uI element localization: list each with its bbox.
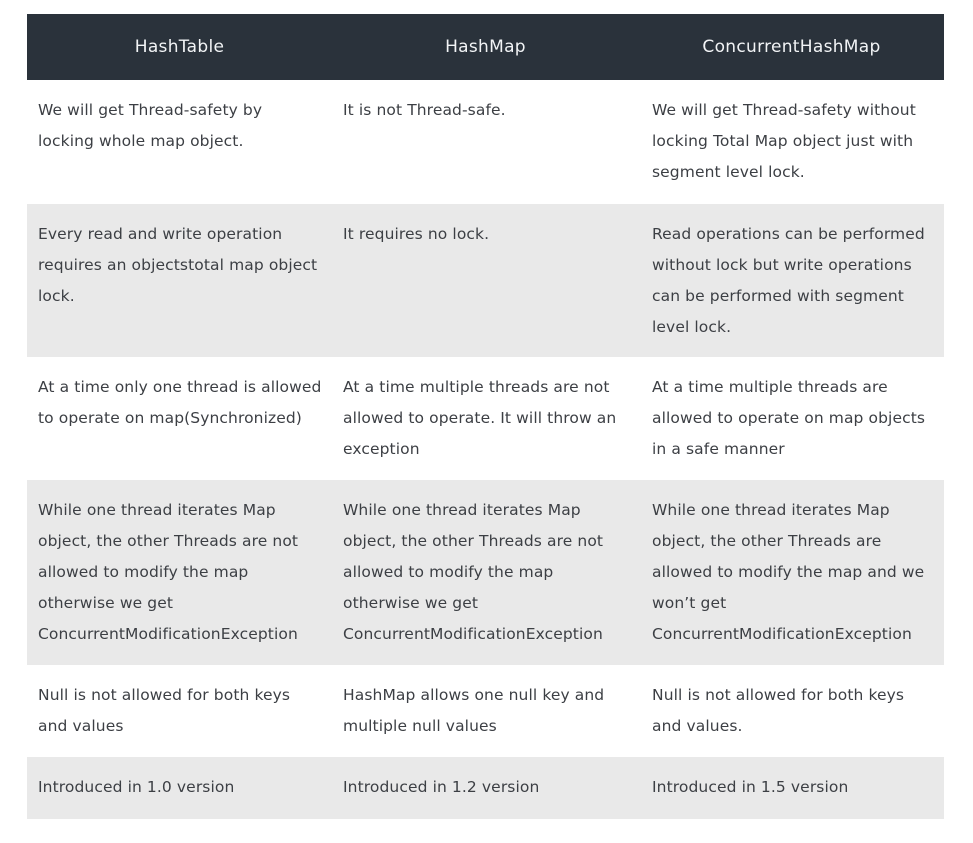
table-cell: It is not Thread-safe. [343,101,506,119]
table-cell: It requires no lock. [343,225,490,243]
table-cell: We will get Thread-safety by locking who… [38,101,263,150]
table-row-thread-safety: We will get Thread-safety by locking who… [27,80,944,204]
table-cell: Null is not allowed for both keys and va… [652,686,905,735]
header-hashtable: HashTable [134,37,225,57]
table-cell: We will get Thread-safety without lockin… [652,101,916,181]
table-cell: Introduced in 1.5 version [652,778,849,796]
table-row-version: Introduced in 1.0 version Introduced in … [27,757,944,819]
header-hashmap: HashMap [445,37,526,57]
table-cell: Null is not allowed for both keys and va… [38,686,291,735]
table-cell: HashMap allows one null key and multiple… [343,686,605,735]
table-cell: Every read and write operation requires … [38,225,318,305]
table-row-concurrency: At a time only one thread is allowed to … [27,357,944,480]
comparison-table: HashTable HashMap ConcurrentHashMap We w… [27,14,944,819]
table-cell: Read operations can be performed without… [652,225,925,336]
table-cell: While one thread iterates Map object, th… [38,501,299,643]
table-cell: Introduced in 1.2 version [343,778,540,796]
table-cell: At a time multiple threads are not allow… [343,378,617,458]
table-row-locking: Every read and write operation requires … [27,204,944,357]
header-concurrenthashmap: ConcurrentHashMap [702,37,881,57]
table-cell: Introduced in 1.0 version [38,778,235,796]
table-cell: At a time multiple threads are allowed t… [652,378,926,458]
table-header-row: HashTable HashMap ConcurrentHashMap [27,14,944,80]
table-cell: At a time only one thread is allowed to … [38,378,322,427]
table-row-null-handling: Null is not allowed for both keys and va… [27,665,944,757]
table-cell: While one thread iterates Map object, th… [652,501,925,643]
table-cell: While one thread iterates Map object, th… [343,501,604,643]
table-row-iteration: While one thread iterates Map object, th… [27,480,944,665]
